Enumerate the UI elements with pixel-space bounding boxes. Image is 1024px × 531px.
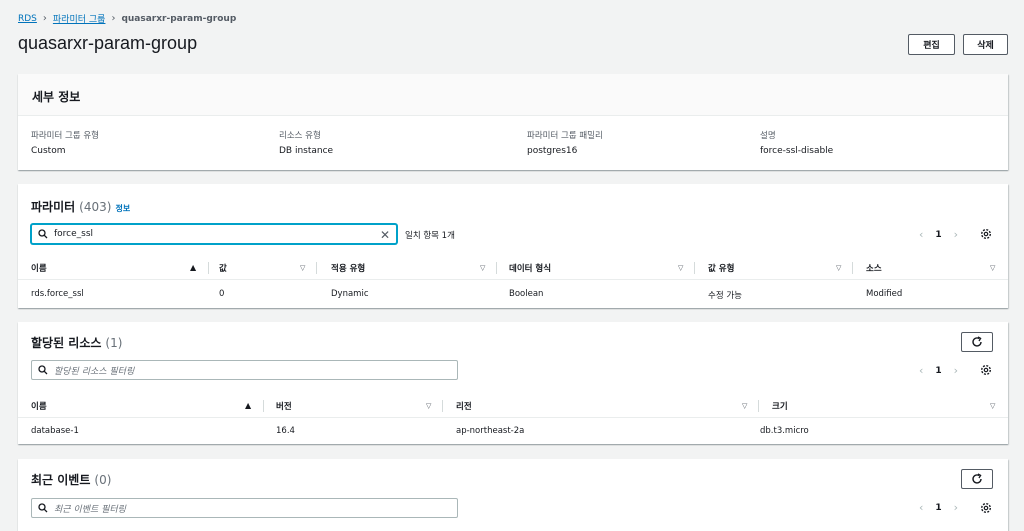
breadcrumb-current: quasarxr-param-group bbox=[121, 13, 237, 24]
breadcrumb-parameter-groups-link[interactable]: 파라미터 그룹 bbox=[53, 12, 106, 25]
column-header-size[interactable]: 크기 bbox=[772, 394, 788, 418]
delete-button[interactable]: 삭제 bbox=[963, 34, 1008, 55]
refresh-button[interactable] bbox=[961, 469, 993, 489]
resource-filter-placeholder: 할당된 리소스 필터링 bbox=[54, 366, 135, 377]
chevron-left-icon[interactable]: ‹ bbox=[919, 364, 923, 377]
details-panel: 세부 정보 파라미터 그룹 유형 Custom 리소스 유형 DB instan… bbox=[18, 74, 1008, 170]
detail-value: force-ssl-disable bbox=[760, 146, 834, 156]
chevron-right-icon[interactable]: › bbox=[954, 501, 958, 514]
column-header-source[interactable]: 소스 bbox=[866, 256, 882, 280]
gear-icon[interactable] bbox=[980, 502, 992, 514]
pagination: ‹ 1 › bbox=[919, 501, 958, 514]
sort-caret-icon[interactable]: ▽ bbox=[300, 264, 305, 272]
resource-filter-input[interactable]: 할당된 리소스 필터링 bbox=[31, 360, 458, 380]
resources-count: (1) bbox=[105, 336, 123, 350]
sort-caret-icon[interactable]: ▽ bbox=[990, 264, 995, 272]
page-number[interactable]: 1 bbox=[935, 230, 941, 240]
refresh-icon bbox=[972, 336, 982, 347]
cell-version: 16.4 bbox=[276, 426, 295, 436]
chevron-left-icon[interactable]: ‹ bbox=[919, 228, 923, 241]
column-header-value[interactable]: 값 bbox=[219, 256, 227, 280]
sort-caret-icon[interactable]: ▽ bbox=[426, 402, 431, 410]
detail-label: 파라미터 그룹 패밀리 bbox=[527, 131, 603, 141]
detail-label: 설명 bbox=[760, 131, 776, 141]
pagination: ‹ 1 › bbox=[919, 364, 958, 377]
detail-label: 리소스 유형 bbox=[279, 131, 321, 141]
sort-ascending-icon[interactable]: ▲ bbox=[190, 263, 196, 272]
table-row[interactable]: database-1 16.4 ap-northeast-2a db.t3.mi… bbox=[18, 418, 1008, 442]
table-header: 이름 ▲ 버전 ▽ 리전 ▽ 크기 ▽ bbox=[18, 394, 1008, 418]
cell-data-type: Boolean bbox=[509, 289, 544, 299]
chevron-left-icon[interactable]: ‹ bbox=[919, 501, 923, 514]
search-icon bbox=[38, 503, 48, 513]
page-title: quasarxr-param-group bbox=[18, 33, 198, 53]
search-icon bbox=[38, 229, 48, 239]
page-number[interactable]: 1 bbox=[935, 366, 941, 376]
events-panel: 최근 이벤트 (0) 최근 이벤트 필터링 ‹ 1 › bbox=[18, 459, 1008, 531]
column-header-version[interactable]: 버전 bbox=[276, 394, 292, 418]
info-link[interactable]: 정보 bbox=[115, 203, 130, 214]
chevron-right-icon[interactable]: › bbox=[954, 364, 958, 377]
breadcrumb-rds-link[interactable]: RDS bbox=[18, 14, 37, 24]
sort-caret-icon[interactable]: ▽ bbox=[836, 264, 841, 272]
detail-label: 파라미터 그룹 유형 bbox=[31, 131, 99, 141]
gear-icon[interactable] bbox=[980, 364, 992, 376]
column-header-region[interactable]: 리전 bbox=[456, 394, 472, 418]
cell-source: Modified bbox=[866, 289, 903, 299]
cell-name: rds.force_ssl bbox=[31, 289, 84, 299]
resources-title: 할당된 리소스 bbox=[31, 336, 102, 350]
chevron-right-icon: › bbox=[111, 13, 116, 24]
event-filter-input[interactable]: 최근 이벤트 필터링 bbox=[31, 498, 458, 518]
sort-caret-icon[interactable]: ▽ bbox=[742, 402, 747, 410]
resources-panel: 할당된 리소스 (1) 할당된 리소스 필터링 ‹ 1 › 이름 ▲ 버전 ▽ … bbox=[18, 322, 1008, 444]
sort-caret-icon[interactable]: ▽ bbox=[990, 402, 995, 410]
column-header-name[interactable]: 이름 bbox=[31, 256, 47, 280]
parameters-count: (403) bbox=[79, 200, 112, 214]
refresh-button[interactable] bbox=[961, 332, 993, 352]
search-value: force_ssl bbox=[54, 229, 94, 239]
chevron-right-icon: › bbox=[42, 13, 47, 24]
parameters-title: 파라미터 bbox=[31, 200, 76, 214]
sort-caret-icon[interactable]: ▽ bbox=[480, 264, 485, 272]
pagination: ‹ 1 › bbox=[919, 228, 958, 241]
chevron-right-icon[interactable]: › bbox=[954, 228, 958, 241]
close-icon[interactable]: ✕ bbox=[380, 228, 390, 242]
event-filter-placeholder: 최근 이벤트 필터링 bbox=[54, 504, 126, 515]
sort-caret-icon[interactable]: ▽ bbox=[678, 264, 683, 272]
column-header-apply-type[interactable]: 적용 유형 bbox=[331, 256, 365, 280]
table-row[interactable]: rds.force_ssl 0 Dynamic Boolean 수정 가능 Mo… bbox=[18, 280, 1008, 306]
cell-name: database-1 bbox=[31, 426, 79, 436]
cell-value: 0 bbox=[219, 289, 225, 299]
detail-value: Custom bbox=[31, 146, 66, 156]
events-count: (0) bbox=[94, 473, 112, 487]
parameters-panel: 파라미터 (403) 정보 force_ssl ✕ 일치 항목 1개 ‹ 1 ›… bbox=[18, 184, 1008, 308]
events-title: 최근 이벤트 bbox=[31, 473, 91, 487]
gear-icon[interactable] bbox=[980, 228, 992, 240]
cell-size: db.t3.micro bbox=[760, 426, 809, 436]
match-count: 일치 항목 1개 bbox=[405, 231, 455, 241]
breadcrumb: RDS › 파라미터 그룹 › quasarxr-param-group bbox=[18, 12, 236, 25]
sort-ascending-icon[interactable]: ▲ bbox=[245, 401, 251, 410]
cell-value-type: 수정 가능 bbox=[708, 291, 742, 301]
parameter-search-input[interactable]: force_ssl ✕ bbox=[31, 224, 397, 244]
search-icon bbox=[38, 365, 48, 375]
details-title: 세부 정보 bbox=[32, 90, 81, 104]
column-header-data-type[interactable]: 데이터 형식 bbox=[509, 256, 551, 280]
cell-region: ap-northeast-2a bbox=[456, 426, 525, 436]
column-header-name[interactable]: 이름 bbox=[31, 394, 47, 418]
edit-button[interactable]: 편집 bbox=[908, 34, 955, 55]
page-number[interactable]: 1 bbox=[935, 503, 941, 513]
detail-value: postgres16 bbox=[527, 146, 578, 156]
detail-value: DB instance bbox=[279, 146, 334, 156]
table-header: 이름 ▲ 값 ▽ 적용 유형 ▽ 데이터 형식 ▽ 값 유형 ▽ 소스 ▽ bbox=[18, 256, 1008, 280]
cell-apply-type: Dynamic bbox=[331, 289, 369, 299]
column-header-value-type[interactable]: 값 유형 bbox=[708, 256, 734, 280]
refresh-icon bbox=[972, 473, 982, 484]
